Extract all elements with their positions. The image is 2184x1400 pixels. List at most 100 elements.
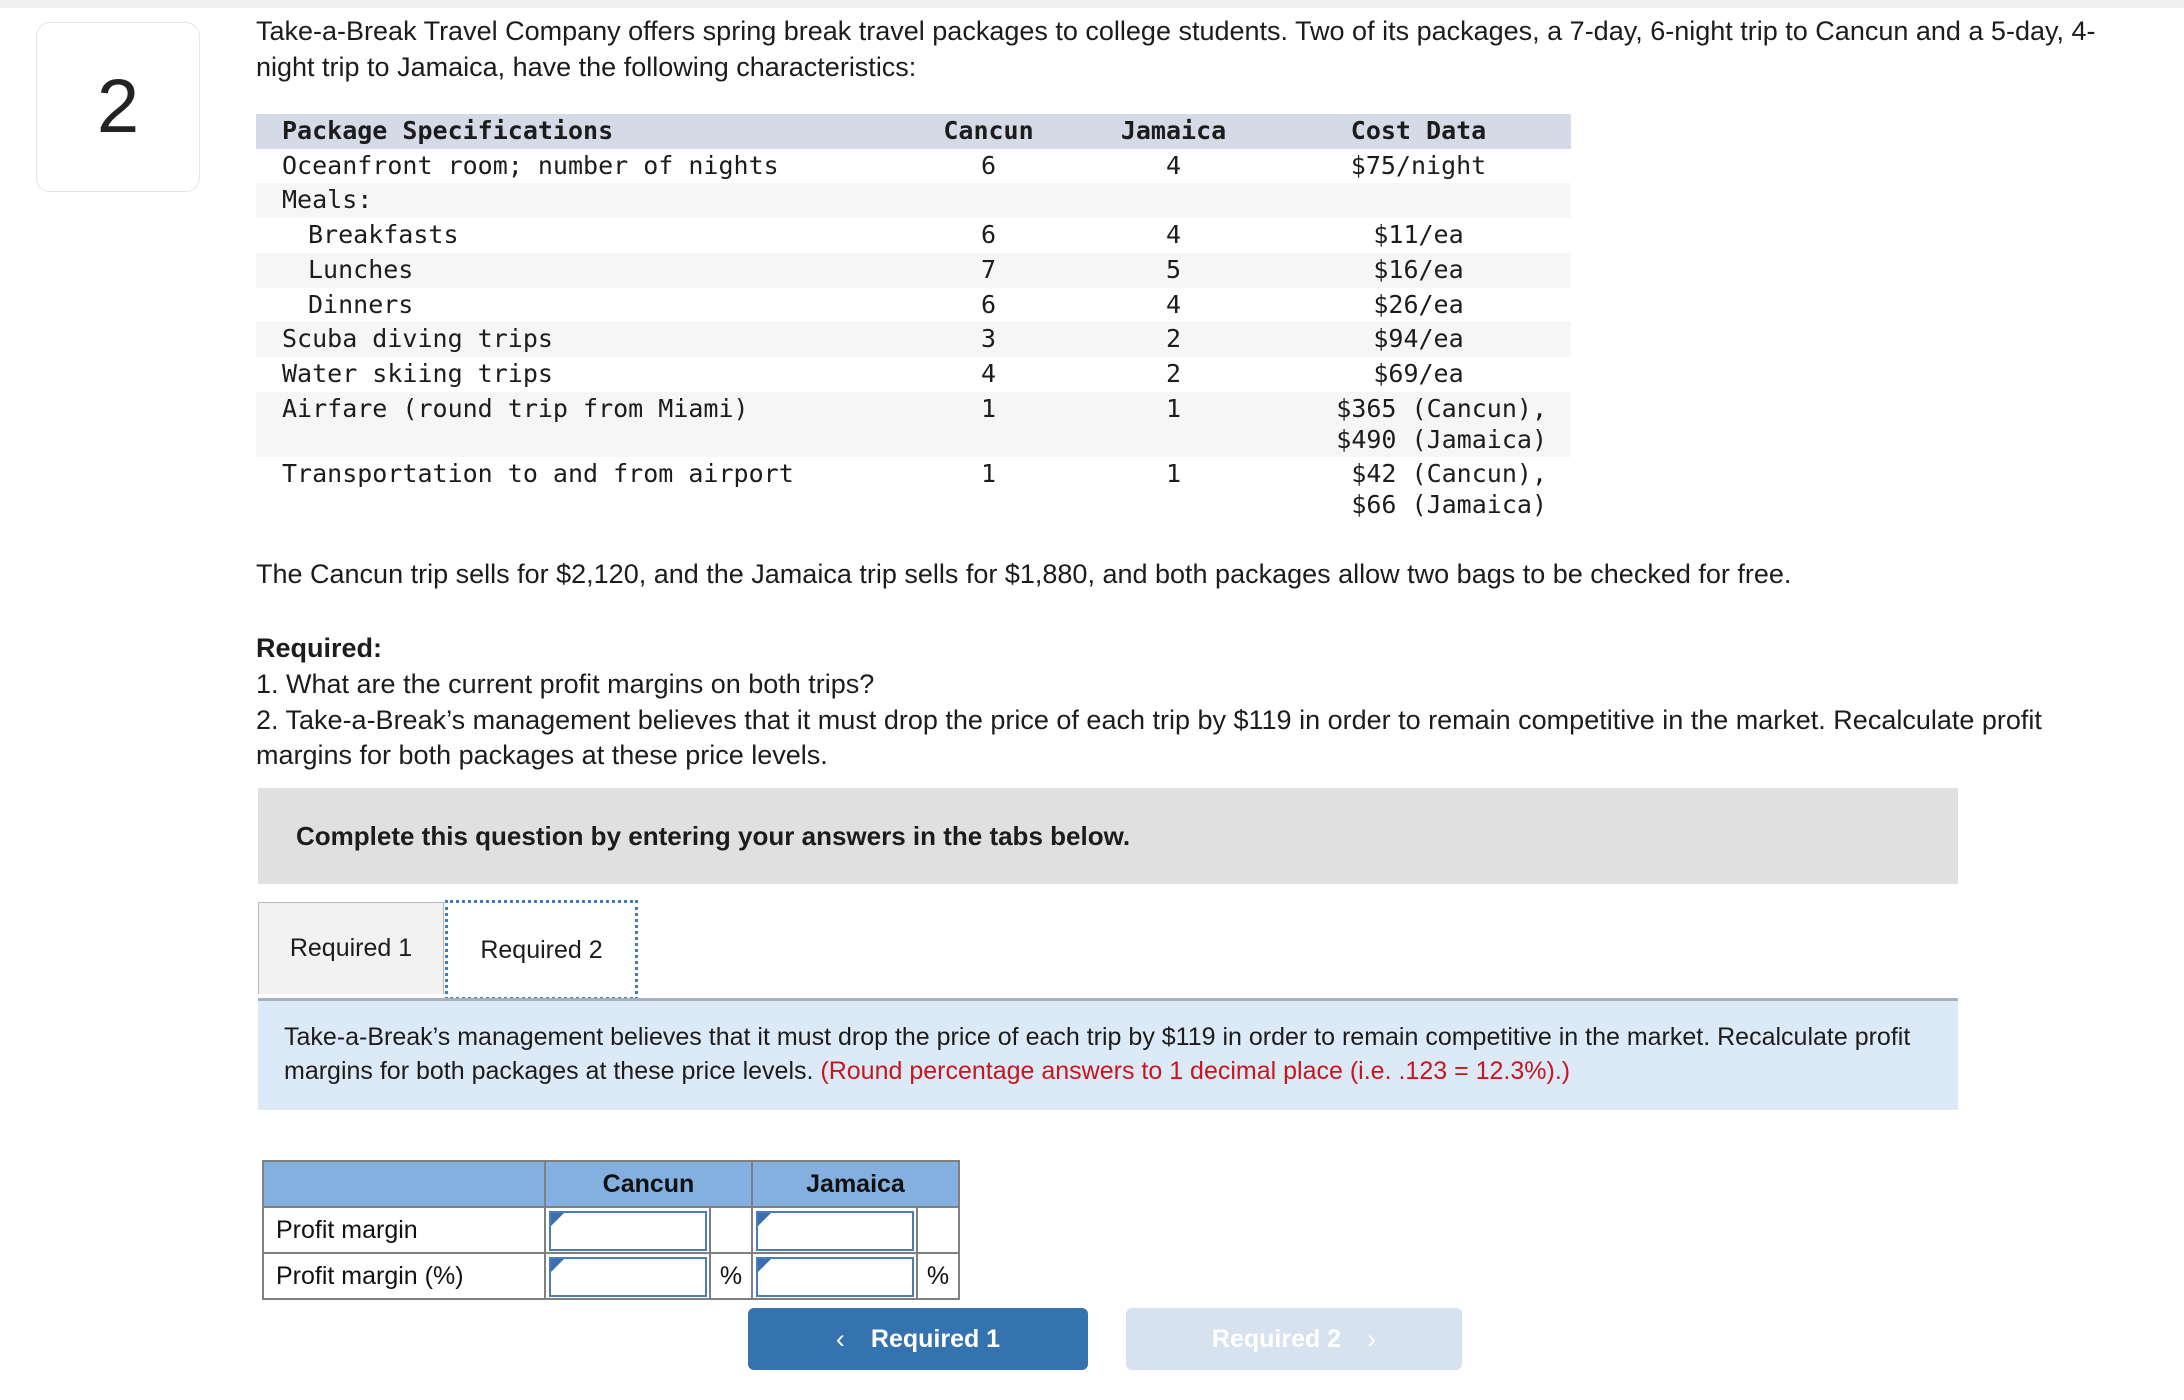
required-item-1: 1. What are the current profit margins o… [256,668,875,699]
input-cancun-profit-margin[interactable] [549,1211,707,1251]
spec-cell-cancun: 6 [980,289,997,319]
spec-cell-cost: $69/ea [1373,359,1464,389]
spec-cell-jamaica: 4 [1165,150,1182,180]
spec-cell-cancun: 3 [980,324,997,354]
spec-cell-cost: $94/ea [1373,324,1464,354]
spec-table-row: Scuba diving trips 3 2 $94/ea [256,322,1571,358]
spec-table-head: Package Specifications Cancun Jamaica Co… [256,113,1571,149]
spec-cell-cost: $365 (Cancun), $490 (Jamaica) [1336,393,1547,454]
package-specifications-table: Package Specifications Cancun Jamaica Co… [256,113,1571,523]
tab-required-2[interactable]: Required 2 [445,900,638,1000]
next-required-2-button[interactable]: Required 2 › [1126,1308,1462,1370]
spec-cell-cancun [896,183,1081,218]
input-cancun-profit-margin-pct[interactable] [549,1257,707,1297]
spec-cell-cost: $26/ea [1373,289,1464,319]
spec-cell-cost: $42 (Cancun), $66 (Jamaica) [1351,459,1547,520]
spec-header-jamaica: Jamaica [1120,115,1227,145]
prev-required-1-button[interactable]: ‹ Required 1 [748,1308,1088,1370]
spec-table-header-row: Package Specifications Cancun Jamaica Co… [256,113,1571,149]
spec-cell-cancun: 7 [980,254,997,284]
answer-row-profit-margin-pct: Profit margin (%) % % [262,1252,960,1300]
spec-header-cancun: Cancun [943,115,1034,145]
spec-table-row: Transportation to and from airport 1 1 $42 … [256,457,1571,523]
spec-table-body: Oceanfront room; number of nights 6 4 $75/n… [256,149,1571,523]
cell-marker-triangle-icon [758,1213,771,1226]
answer-suffix-cancun-profit-margin-pct: % [709,1252,753,1300]
exercise-page: 2 Take-a-Break Travel Company offers spr… [0,0,2184,1400]
prev-required-1-label: Required 1 [870,1324,1001,1353]
spec-cell-cancun: 6 [980,220,997,250]
required-item-2: 2. Take-a-Break’s management believes th… [256,704,2042,771]
spec-table-row: Water skiing trips 4 2 $69/ea [256,357,1571,392]
spec-cell-jamaica: 5 [1165,254,1182,284]
spec-table-row: Oceanfront room; number of nights 6 4 $75/n… [256,149,1571,184]
answer-suffix-jamaica-profit-margin-pct: % [916,1252,960,1300]
answer-grid-header-blank [262,1160,546,1208]
spec-cell-description: Oceanfront room; number of nights [282,150,779,180]
spec-cell-description: Water skiing trips [282,359,553,389]
chevron-right-icon: › [1367,1323,1377,1354]
answer-suffix-cancun-profit-margin [709,1206,753,1254]
question-number-badge: 2 [36,22,200,192]
spec-table-row: Airfare (round trip from Miami) 1 1 $365 (C… [256,391,1571,458]
input-jamaica-profit-margin-pct[interactable] [756,1257,914,1297]
spec-cell-jamaica: 1 [1165,459,1182,489]
question-number: 2 [96,64,140,149]
tab-required-1[interactable]: Required 1 [258,902,444,994]
input-jamaica-profit-margin[interactable] [756,1211,914,1251]
required-block: Required: 1. What are the current profit… [256,631,2116,775]
spec-cell-jamaica: 2 [1165,324,1182,354]
next-required-2-label: Required 2 [1211,1324,1342,1353]
spec-table-row: Lunches 7 5 $16/ea [256,252,1571,288]
answer-cell-jamaica-profit-margin[interactable] [751,1206,918,1254]
spec-cell-description: Transportation to and from airport [282,459,794,489]
cell-marker-triangle-icon [551,1213,564,1226]
answer-grid-header-row: Cancun Jamaica [262,1160,960,1208]
spec-cell-description: Scuba diving trips [282,324,553,354]
spec-cell-cancun: 1 [980,459,997,489]
spec-header-description: Package Specifications [282,115,614,145]
chevron-left-icon: ‹ [835,1323,845,1354]
answer-suffix-jamaica-profit-margin [916,1206,960,1254]
answer-cell-jamaica-profit-margin-pct[interactable] [751,1252,918,1300]
main-content: Take-a-Break Travel Company offers sprin… [256,14,2136,774]
spec-cell-jamaica: 4 [1165,289,1182,319]
spec-cell-description: Airfare (round trip from Miami) [282,393,749,423]
requirement-info-text: Take-a-Break’s management believes that … [258,1001,1958,1088]
tab-required-1-label: Required 1 [289,934,413,962]
spec-cell-cost: $11/ea [1373,220,1464,250]
instruction-banner: Complete this question by entering your … [258,788,1958,884]
instruction-banner-text: Complete this question by entering your … [296,820,1131,851]
required-heading: Required: [256,632,383,663]
answer-grid-body: Profit margin Profit margin (%) % % [262,1206,960,1300]
spec-cell-description: Lunches [308,254,414,284]
intro-paragraph: Take-a-Break Travel Company offers sprin… [256,16,2096,82]
spec-cell-cost: $16/ea [1373,254,1464,284]
answer-row-label-profit-margin: Profit margin [262,1206,546,1254]
tab-required-2-label: Required 2 [480,935,603,964]
cell-marker-triangle-icon [758,1259,771,1272]
requirement-info-panel: Take-a-Break’s management believes that … [258,1001,1958,1110]
top-strip [0,0,2184,8]
spec-cell-description: Dinners [308,289,414,319]
answer-grid-header-jamaica: Jamaica [751,1160,960,1208]
spec-cell-jamaica: 2 [1165,359,1182,389]
answer-grid-header-cancun: Cancun [544,1160,753,1208]
answer-grid: Cancun Jamaica Profit margin Profit marg… [262,1160,960,1300]
answer-row-label-profit-margin-pct: Profit margin (%) [262,1252,546,1300]
spec-table-row: Dinners 6 4 $26/ea [256,288,1571,323]
requirement-info-red-note: (Round percentage answers to 1 decimal p… [820,1056,1571,1085]
spec-cell-jamaica: 1 [1165,393,1182,423]
spec-table-row: Meals: [256,183,1571,219]
spec-cell-cost: $75/night [1350,150,1487,180]
answer-cell-cancun-profit-margin-pct[interactable] [544,1252,711,1300]
navigation-buttons: ‹ Required 1 Required 2 › [748,1308,1462,1370]
spec-cell-jamaica [1081,183,1266,218]
answer-grid-head: Cancun Jamaica [262,1160,960,1208]
spec-cell-description: Meals: [282,185,373,215]
spec-cell-jamaica: 4 [1165,220,1182,250]
answer-cell-cancun-profit-margin[interactable] [544,1206,711,1254]
spec-cell-description: Breakfasts [308,220,459,250]
spec-cell-cancun: 1 [980,393,997,423]
spec-cell-cancun: 6 [980,150,997,180]
